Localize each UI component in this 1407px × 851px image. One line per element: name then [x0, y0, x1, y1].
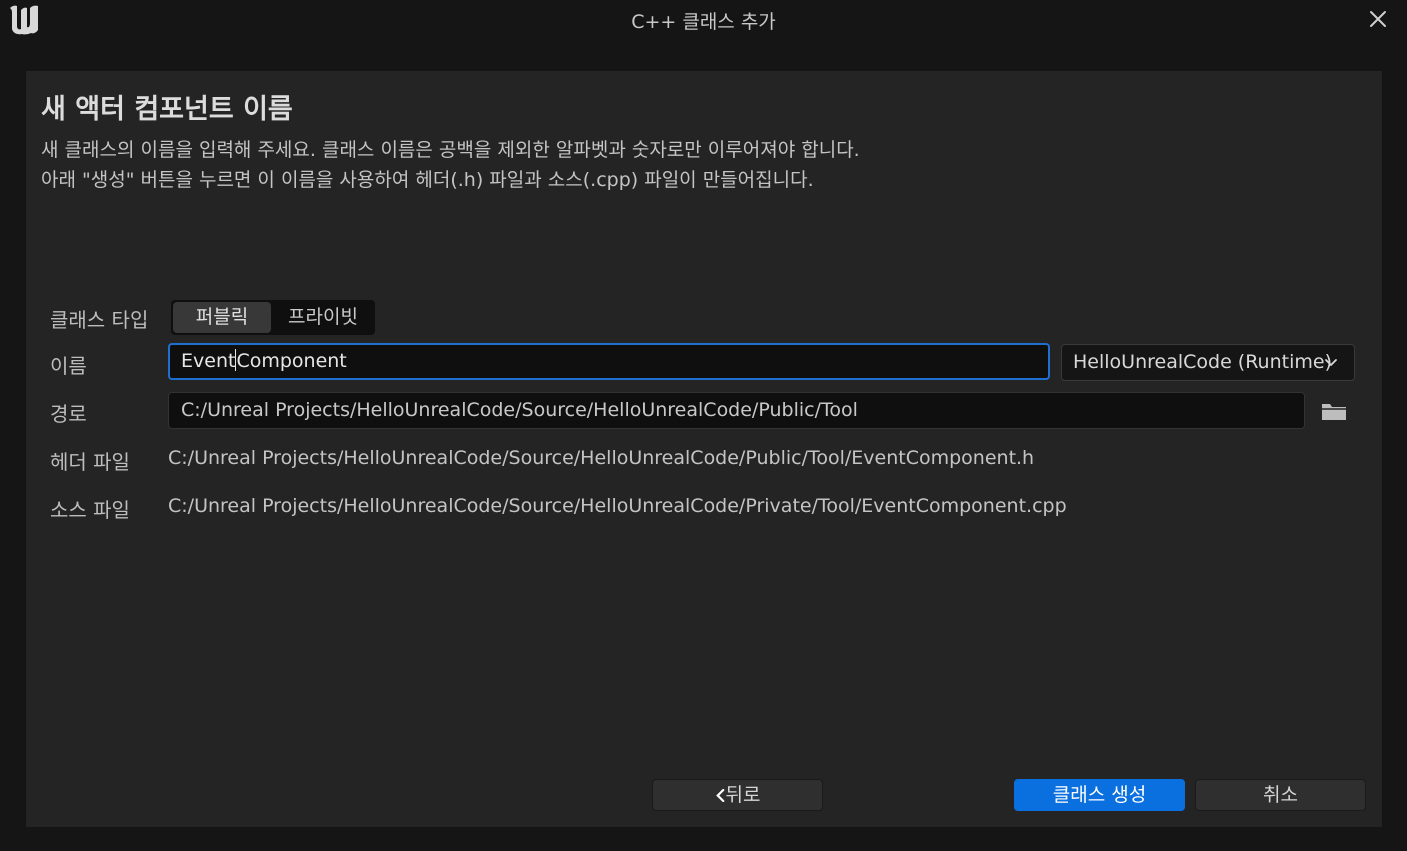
page-title: 새 액터 컴포넌트 이름 [41, 94, 293, 125]
class-name-text-after-caret: Component [236, 350, 347, 372]
description-line-1: 새 클래스의 이름을 입력해 주세요. 클래스 이름은 공백을 제외한 알파벳과… [41, 139, 860, 161]
cancel-button[interactable]: 취소 [1195, 779, 1366, 811]
class-type-toggle: 퍼블릭 프라이빗 [171, 300, 375, 335]
back-button[interactable]: 뒤로 [652, 779, 823, 811]
class-name-input[interactable]: EventComponent [168, 343, 1050, 380]
back-button-label: 뒤로 [725, 784, 761, 806]
module-dropdown[interactable]: HelloUnrealCode (Runtime) [1061, 344, 1355, 381]
header-file-path: C:/Unreal Projects/HelloUnrealCode/Sourc… [168, 447, 1035, 469]
window-title: C++ 클래스 추가 [631, 11, 776, 33]
class-type-label: 클래스 타입 [50, 308, 149, 332]
close-icon[interactable] [1367, 8, 1389, 30]
chevron-down-icon [1325, 359, 1337, 367]
source-file-label: 소스 파일 [50, 498, 130, 522]
class-type-public-option[interactable]: 퍼블릭 [173, 302, 271, 333]
folder-icon[interactable] [1320, 400, 1348, 422]
class-type-private-option[interactable]: 프라이빗 [273, 302, 373, 333]
module-dropdown-value: HelloUnrealCode (Runtime) [1073, 351, 1332, 373]
description-line-2: 아래 "생성" 버튼을 누르면 이 이름을 사용하여 헤더(.h) 파일과 소스… [41, 169, 814, 191]
source-file-path: C:/Unreal Projects/HelloUnrealCode/Sourc… [168, 495, 1067, 517]
add-cpp-class-dialog: C++ 클래스 추가 새 액터 컴포넌트 이름 새 클래스의 이름을 입력해 주… [0, 0, 1407, 851]
name-label: 이름 [50, 354, 87, 378]
create-class-button[interactable]: 클래스 생성 [1014, 779, 1185, 811]
chevron-left-icon [715, 788, 724, 803]
path-input[interactable]: C:/Unreal Projects/HelloUnrealCode/Sourc… [168, 392, 1305, 429]
main-panel: 새 액터 컴포넌트 이름 새 클래스의 이름을 입력해 주세요. 클래스 이름은… [26, 71, 1382, 827]
class-name-text-before-caret: Event [181, 350, 236, 372]
titlebar: C++ 클래스 추가 [0, 0, 1407, 40]
header-file-label: 헤더 파일 [50, 450, 130, 474]
path-label: 경로 [50, 402, 87, 426]
